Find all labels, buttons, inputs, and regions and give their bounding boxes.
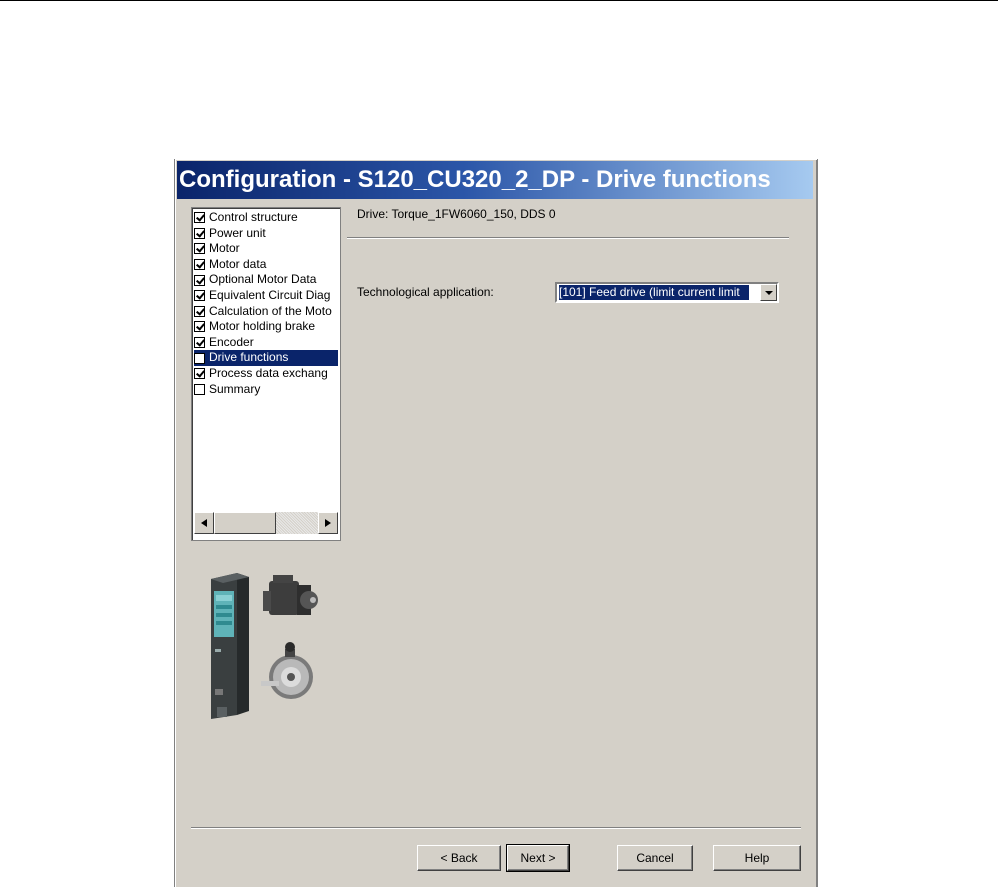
tree-item-label: Motor (209, 241, 240, 256)
cancel-button[interactable]: Cancel (617, 845, 693, 871)
checkbox-checked-icon[interactable] (194, 212, 205, 224)
tree-item-motor-data[interactable]: Motor data (194, 257, 338, 273)
drive-header: Drive: Torque_1FW6060_150, DDS 0 (357, 207, 556, 221)
tree-item-encoder[interactable]: Encoder (194, 335, 338, 351)
footer-divider (191, 827, 801, 829)
next-button[interactable]: Next > (506, 844, 570, 872)
scrollbar-track[interactable] (276, 512, 318, 534)
tree-item-label: Process data exchang (209, 365, 328, 380)
tree-item-summary[interactable]: Summary (194, 382, 338, 398)
wizard-step-list: Control structure Power unit Motor Motor… (194, 210, 338, 397)
tree-horizontal-scrollbar[interactable] (194, 512, 338, 534)
header-divider (347, 237, 789, 239)
tree-item-optional-motor-data[interactable]: Optional Motor Data (194, 272, 338, 288)
dialog-title: Configuration - S120_CU320_2_DP - Drive … (177, 161, 813, 199)
tree-item-label: Encoder (209, 334, 254, 349)
tree-item-calculation-motor[interactable]: Calculation of the Moto (194, 304, 338, 320)
checkbox-checked-icon[interactable] (194, 321, 205, 333)
triangle-left-icon (201, 519, 207, 527)
chevron-down-icon (764, 290, 773, 295)
tree-item-label: Motor data (209, 256, 267, 271)
checkbox-checked-icon[interactable] (194, 337, 205, 349)
dropdown-selected-value: [101] Feed drive (limit current limit (558, 284, 750, 301)
tree-item-process-data-exchange[interactable]: Process data exchang (194, 366, 338, 382)
triangle-right-icon (325, 519, 331, 527)
back-button[interactable]: < Back (417, 845, 501, 871)
configuration-dialog: Configuration - S120_CU320_2_DP - Drive … (174, 159, 818, 887)
tree-item-label: Control structure (209, 210, 298, 224)
wizard-step-tree[interactable]: Control structure Power unit Motor Motor… (191, 207, 341, 541)
tree-item-motor-holding-brake[interactable]: Motor holding brake (194, 319, 338, 335)
tree-item-label: Optional Motor Data (209, 272, 317, 287)
tree-item-motor[interactable]: Motor (194, 241, 338, 257)
technological-application-dropdown[interactable]: [101] Feed drive (limit current limit (555, 282, 779, 303)
checkbox-checked-icon[interactable] (194, 368, 205, 380)
tree-item-equivalent-circuit[interactable]: Equivalent Circuit Diag (194, 288, 338, 304)
tree-item-power-unit[interactable]: Power unit (194, 226, 338, 242)
tree-item-control-structure[interactable]: Control structure (194, 210, 338, 226)
checkbox-unchecked-icon[interactable] (194, 352, 205, 364)
technological-application-label: Technological application: (357, 285, 494, 299)
checkbox-checked-icon[interactable] (194, 227, 205, 239)
tree-item-label: Drive functions (208, 350, 290, 366)
tree-item-label: Equivalent Circuit Diag (209, 287, 331, 302)
checkbox-checked-icon[interactable] (194, 305, 205, 317)
checkbox-checked-icon[interactable] (194, 274, 205, 286)
checkbox-checked-icon[interactable] (194, 259, 205, 271)
tree-item-drive-functions[interactable]: Drive functions (194, 350, 338, 366)
tree-item-label: Power unit (209, 225, 266, 240)
checkbox-unchecked-icon[interactable] (194, 383, 205, 395)
dropdown-arrow-button[interactable] (760, 284, 777, 301)
tree-item-label: Calculation of the Moto (209, 303, 332, 318)
tree-item-label: Motor holding brake (209, 319, 316, 334)
page-top-rule (0, 0, 998, 1)
scrollbar-thumb[interactable] (214, 512, 276, 534)
scroll-right-button[interactable] (318, 512, 338, 534)
checkbox-checked-icon[interactable] (194, 243, 205, 255)
drive-hardware-illustration (211, 573, 318, 719)
checkbox-checked-icon[interactable] (194, 290, 205, 302)
tree-item-label: Summary (209, 381, 261, 396)
help-button[interactable]: Help (713, 845, 801, 871)
scroll-left-button[interactable] (194, 512, 214, 534)
